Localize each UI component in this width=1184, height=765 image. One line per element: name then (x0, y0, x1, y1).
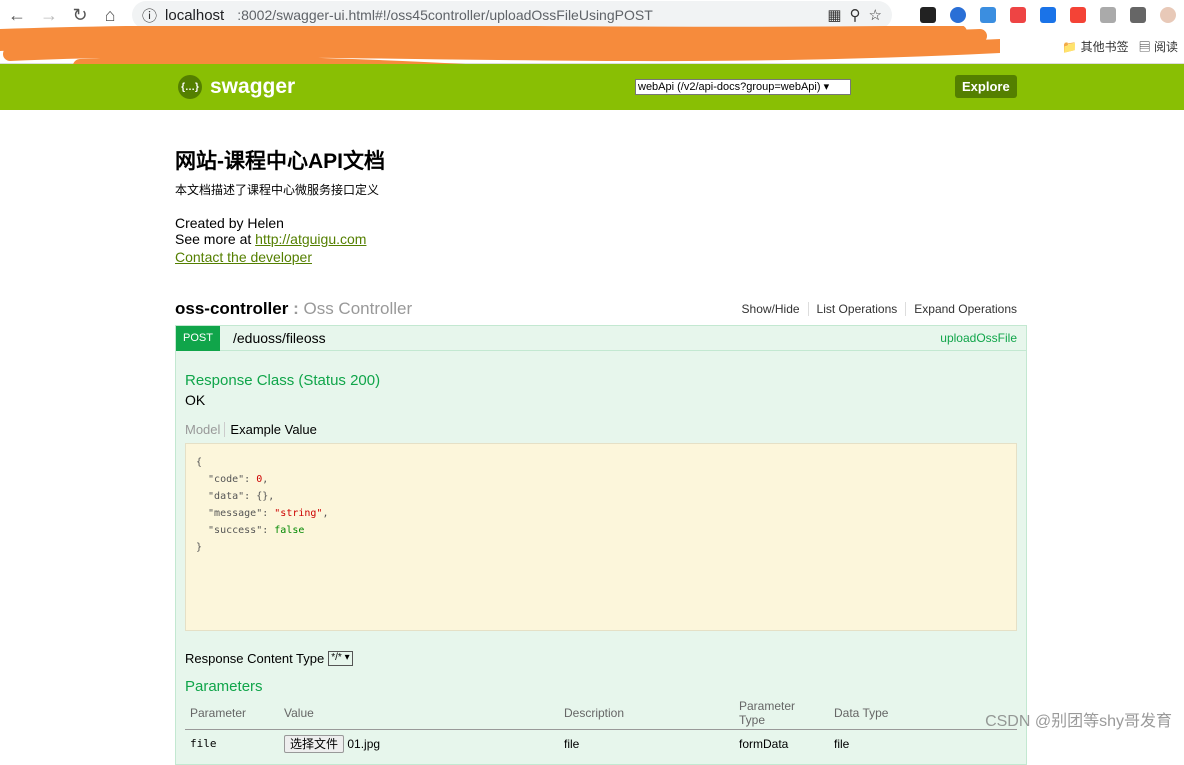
operation-path[interactable]: /eduoss/fileoss (233, 330, 326, 346)
page-title: 网站-课程中心API文档 (175, 150, 385, 173)
expand-operations-link[interactable]: Expand Operations (906, 302, 1027, 316)
api-selector[interactable]: webApi (/v2/api-docs?group=webApi) ▾ (635, 79, 851, 95)
info-icon[interactable]: ⓘ (142, 5, 157, 26)
response-text: OK (185, 392, 206, 408)
operation-header[interactable]: POST /eduoss/fileoss uploadOssFile (176, 325, 1026, 351)
swagger-logo[interactable]: {…} swagger (178, 75, 295, 99)
address-bar[interactable]: ⓘ localhost:8002/swagger-ui.html#!/oss45… (132, 1, 892, 29)
response-content-type-select[interactable]: */* ▾ (328, 651, 353, 666)
watermark: CSDN @别团等shy哥发育 (985, 713, 1172, 730)
extension-icon[interactable] (1100, 7, 1116, 23)
extensions (920, 7, 1176, 23)
operation-nickname[interactable]: uploadOssFile (940, 331, 1017, 345)
contact-link[interactable]: Contact the developer (175, 249, 312, 265)
api-description: 本文档描述了课程中心微服务接口定义 (175, 183, 380, 197)
tab-example-value[interactable]: Example Value (225, 422, 316, 437)
api-doc: 网站-课程中心API文档 本文档描述了课程中心微服务接口定义 Created b… (175, 145, 1027, 765)
method-badge: POST (176, 325, 220, 351)
controller-title[interactable]: oss-controller : Oss Controller (175, 299, 412, 319)
website-link[interactable]: http://atguigu.com (255, 231, 366, 247)
avatar[interactable] (1160, 7, 1176, 23)
extension-icon[interactable] (1040, 7, 1056, 23)
parameters-title: Parameters (185, 678, 263, 695)
operation-post: POST /eduoss/fileoss uploadOssFile Respo… (175, 325, 1027, 765)
bookmark-folder[interactable]: 📁 其他书签 (1062, 38, 1128, 55)
extension-icon[interactable] (1070, 7, 1086, 23)
back-icon[interactable]: ← (8, 5, 26, 26)
extension-icon[interactable] (1010, 7, 1026, 23)
response-content-type-label: Response Content Type (185, 651, 325, 666)
reading-list[interactable]: ▤ 阅读 (1139, 38, 1178, 55)
qr-icon[interactable]: ▦ (827, 6, 841, 24)
explore-button[interactable]: Explore (955, 75, 1017, 98)
extension-icon[interactable] (950, 7, 966, 23)
reload-icon[interactable]: ↻ (72, 5, 88, 26)
extension-icon[interactable] (920, 7, 936, 23)
file-name: 01.jpg (347, 737, 381, 751)
extension-icon[interactable] (980, 7, 996, 23)
parameters-table: Parameter Value Description Parameter Ty… (185, 697, 1017, 753)
table-row: file 选择文件 01.jpg file formData file (190, 735, 850, 753)
zoom-icon[interactable]: ⚲ (850, 6, 861, 24)
list-operations-link[interactable]: List Operations (809, 302, 907, 316)
created-by: Created by Helen (175, 215, 284, 231)
puzzle-icon[interactable] (1130, 7, 1146, 23)
star-icon[interactable]: ☆ (869, 6, 882, 24)
forward-icon[interactable]: → (40, 5, 58, 26)
swagger-header: {…} swagger webApi (/v2/api-docs?group=we… (0, 64, 1184, 110)
show-hide-link[interactable]: Show/Hide (734, 302, 809, 316)
tab-model[interactable]: Model (185, 422, 226, 437)
choose-file-button[interactable]: 选择文件 (284, 735, 345, 753)
response-class-title: Response Class (Status 200) (185, 372, 381, 389)
home-icon[interactable]: ⌂ (102, 5, 118, 26)
swagger-logo-icon: {…} (178, 75, 202, 99)
example-value-code[interactable]: { "code": 0, "data": {}, "message": "str… (185, 443, 1017, 631)
